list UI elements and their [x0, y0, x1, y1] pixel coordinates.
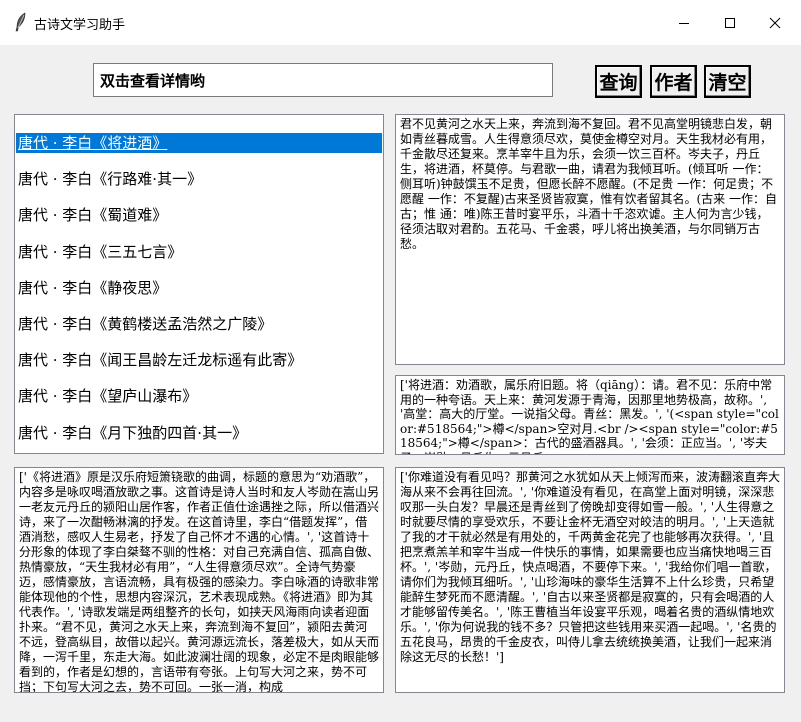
minimize-button[interactable]	[661, 0, 707, 45]
list-item[interactable]: 唐代 · 李白《将进酒》	[16, 133, 382, 153]
list-item[interactable]: 唐代 · 李白《望庐山瀑布》	[16, 386, 382, 406]
maximize-button[interactable]	[707, 0, 753, 45]
close-icon	[769, 17, 781, 28]
title-bar: 古诗文学习助手	[0, 0, 801, 45]
feather-icon	[15, 12, 26, 32]
list-item[interactable]: 唐代 · 李白《月下独酌四首·其一》	[16, 423, 382, 443]
list-item[interactable]: 唐代 · 李白《静夜思》	[16, 278, 382, 298]
list-item[interactable]: 唐代 · 李白《三五七言》	[16, 242, 382, 262]
poem-listbox[interactable]: 唐代 · 李白《将进酒》 唐代 · 李白《行路难·其一》 唐代 · 李白《蜀道难》唐…	[14, 114, 384, 454]
minimize-icon	[679, 22, 689, 24]
list-item[interactable]: 唐代 · 李白《蜀道难》	[16, 205, 382, 225]
analysis-text-box[interactable]: ['《将进酒》原是汉乐府短箫铙歌的曲调，标题的意思为“劝酒歌”，内容多是咏叹喝酒…	[14, 467, 384, 693]
search-input[interactable]	[93, 63, 553, 97]
translation-text-box[interactable]: ['你难道没有看见吗？那黄河之水犹如从天上倾泻而来，波涛翻滚直奔大海从来不会再往…	[395, 467, 785, 693]
poem-text-box[interactable]: 君不见黄河之水天上来，奔流到海不复回。君不见高堂明镜悲白发，朝如青丝暮成雪。人生…	[395, 114, 785, 365]
list-item[interactable]: 唐代 · 李白《黄鹤楼送孟浩然之广陵》	[16, 314, 382, 334]
list-item[interactable]: 唐代 · 李白《行路难·其一》	[16, 169, 382, 189]
author-button[interactable]: 作者	[650, 65, 697, 98]
close-button[interactable]	[752, 0, 798, 45]
clear-button[interactable]: 清空	[704, 65, 751, 98]
notes-text-box[interactable]: ['将进酒：劝酒歌，属乐府旧题。将（qiāng）：请。君不见：乐府中常用的一种夸…	[395, 375, 785, 455]
query-button[interactable]: 查询	[595, 65, 642, 98]
maximize-icon	[725, 17, 735, 28]
window-title: 古诗文学习助手	[34, 18, 126, 33]
list-item[interactable]: 唐代 · 李白《闻王昌龄左迁龙标遥有此寄》	[16, 350, 382, 370]
